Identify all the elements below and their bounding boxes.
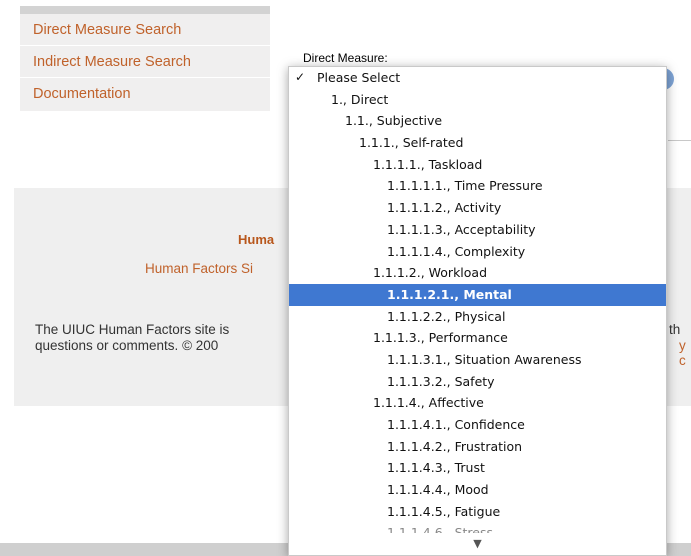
divider — [668, 140, 691, 141]
dropdown-option-label: 1.1.1.4.3., Trust — [387, 460, 485, 476]
nav-item-indirect-measure-search[interactable]: Indirect Measure Search — [20, 46, 270, 78]
dropdown-option[interactable]: ✓ Please Select — [289, 67, 666, 89]
dropdown-option-label: 1.1., Subjective — [345, 113, 443, 129]
dropdown-option-label: 1.1.1.4.4., Mood — [387, 482, 489, 498]
dropdown-option[interactable]: 1.1.1.4.2., Frustration — [289, 436, 666, 458]
dropdown-option[interactable]: 1.1.1.1.3., Acceptability — [289, 219, 666, 241]
scroll-down-arrow[interactable]: ▼ — [289, 533, 666, 555]
dropdown-option[interactable]: 1.1.1.2.1., Mental — [289, 283, 666, 306]
direct-measure-label: Direct Measure: — [303, 51, 388, 65]
dropdown-options-list: ✓ Please Select 1., Direct 1.1., Subjective… — [289, 67, 666, 544]
dropdown-option[interactable]: 1.1.1.2., Workload — [289, 262, 666, 284]
dropdown-option[interactable]: 1.1.1.2.2., Physical — [289, 306, 666, 328]
dropdown-option[interactable]: 1.1.1.1.1., Time Pressure — [289, 175, 666, 197]
sidebar-nav: Direct Measure Search Indirect Measure S… — [20, 14, 270, 111]
dropdown-option-label: 1.1.1.4., Affective — [373, 395, 484, 411]
dropdown-option-label: 1.1.1.4.1., Confidence — [387, 417, 525, 432]
direct-measure-dropdown-menu[interactable]: ✓ Please Select 1., Direct 1.1., Subjective… — [288, 66, 667, 556]
dropdown-option[interactable]: 1.1.1.1.4., Complexity — [289, 241, 666, 263]
dropdown-option[interactable]: 1.1.1.4.3., Trust — [289, 457, 666, 479]
dropdown-option-label: 1.1.1.1., Taskload — [373, 156, 483, 172]
dropdown-option-label: 1.1.1.3.2., Safety — [387, 373, 495, 389]
footer-description: The UIUC Human Factors site is questions… — [35, 322, 229, 354]
dropdown-option[interactable]: 1.1.1.1.2., Activity — [289, 197, 666, 219]
footer-text-line-2: questions or comments. © 200 — [35, 338, 219, 353]
dropdown-option-label: 1.1.1.1.1., Time Pressure — [387, 178, 543, 194]
dropdown-option-label: 1.1.1., Self-rated — [359, 135, 464, 151]
dropdown-option[interactable]: 1., Direct — [289, 89, 666, 111]
footer-heading: Huma — [238, 232, 275, 247]
checkmark-icon: ✓ — [295, 70, 306, 84]
dropdown-option[interactable]: 1.1., Subjective — [289, 110, 666, 132]
footer-site-link[interactable]: Human Factors Si — [145, 261, 253, 276]
dropdown-option-label: 1.1.1.2.1., Mental — [387, 286, 512, 302]
dropdown-option-label: 1.1.1.1.4., Complexity — [387, 243, 526, 259]
footer-text-line-1: The UIUC Human Factors site is — [35, 322, 230, 337]
dropdown-option[interactable]: 1.1.1.4., Affective — [289, 392, 666, 414]
footer-link-fragment[interactable]: y c — [679, 338, 691, 368]
dropdown-option-label: 1.1.1.2., Workload — [373, 265, 488, 281]
dropdown-option[interactable]: 1.1.1.1., Taskload — [289, 154, 666, 176]
dropdown-option-label: 1.1.1.4.2., Frustration — [387, 438, 523, 454]
nav-item-direct-measure-search[interactable]: Direct Measure Search — [20, 14, 270, 46]
dropdown-option-label: 1.1.1.2.2., Physical — [387, 308, 506, 324]
dropdown-option-label: 1.1.1.3.1., Situation Awareness — [387, 351, 582, 367]
dropdown-option[interactable]: 1.1.1.3.1., Situation Awareness — [289, 349, 666, 371]
nav-top-bar — [20, 6, 270, 14]
dropdown-option[interactable]: 1.1.1.4.5., Fatigue — [289, 501, 666, 523]
dropdown-option-label: 1.1.1.4.5., Fatigue — [387, 503, 501, 519]
dropdown-option[interactable]: 1.1.1.4.1., Confidence — [289, 414, 666, 436]
footer-text-fragment: th — [669, 322, 681, 337]
dropdown-option[interactable]: 1.1.1.3.2., Safety — [289, 371, 666, 393]
dropdown-option-label: 1.1.1.3., Performance — [373, 330, 508, 346]
dropdown-option[interactable]: 1.1.1., Self-rated — [289, 132, 666, 154]
dropdown-option-label: 1.1.1.1.2., Activity — [387, 200, 502, 216]
dropdown-option-label: Please Select — [317, 70, 401, 85]
dropdown-option-label: 1.1.1.1.3., Acceptability — [387, 221, 536, 237]
nav-item-documentation[interactable]: Documentation — [20, 78, 270, 111]
dropdown-option-label: 1., Direct — [331, 91, 389, 107]
dropdown-option[interactable]: 1.1.1.4.4., Mood — [289, 479, 666, 501]
dropdown-option[interactable]: 1.1.1.3., Performance — [289, 327, 666, 349]
triangle-down-icon: ▼ — [473, 537, 482, 550]
